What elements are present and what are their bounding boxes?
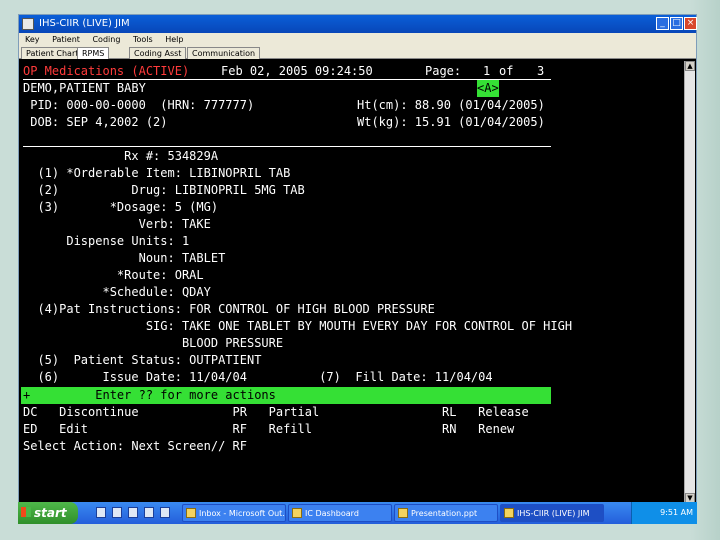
tab-rpms[interactable]: RPMS xyxy=(77,47,110,59)
window-title: IHS-CIIR (LIVE) JIM xyxy=(39,18,130,29)
start-label: start xyxy=(34,506,67,520)
field-route: *Route: ORAL xyxy=(23,268,204,282)
terminal-screen[interactable]: OP Medications (ACTIVE) Feb 02, 2005 09:… xyxy=(21,61,681,503)
maximize-button[interactable]: □ xyxy=(670,17,683,30)
tab-bar: Patient Chart RPMS Coding Asst Communica… xyxy=(19,46,696,59)
patient-weight: Wt(kg): 15.91 (01/04/2005) xyxy=(357,115,545,129)
section-divider xyxy=(23,146,551,147)
field-schedule: *Schedule: QDAY xyxy=(23,285,211,299)
header-title: OP Medications (ACTIVE) xyxy=(23,64,190,78)
field-patient-status: (5) Patient Status: OUTPATIENT xyxy=(23,353,262,367)
task-label: Presentation.ppt xyxy=(411,509,478,518)
task-dashboard[interactable]: IC Dashboard xyxy=(288,504,392,522)
quicklaunch-icon[interactable] xyxy=(144,507,154,518)
action-row-2[interactable]: ED Edit RF Refill RN Renew xyxy=(23,421,514,438)
task-terminal[interactable]: IHS-CIIR (LIVE) JIM xyxy=(500,504,604,522)
field-sig: SIG: TAKE ONE TABLET BY MOUTH EVERY DAY … xyxy=(23,319,573,333)
menu-help[interactable]: Help xyxy=(165,35,183,44)
terminal-window: IHS-CIIR (LIVE) JIM _ □ × Key Patient Co… xyxy=(18,14,697,506)
close-button[interactable]: × xyxy=(684,17,697,30)
field-dispense-units: Dispense Units: 1 xyxy=(23,234,190,248)
patient-pid: PID: 000-00-0000 (HRN: 777777) xyxy=(23,98,255,112)
task-outlook[interactable]: Inbox - Microsoft Out... xyxy=(182,504,286,522)
quicklaunch-icon[interactable] xyxy=(112,507,122,518)
tab-communication[interactable]: Communication xyxy=(187,47,261,59)
powerpoint-icon xyxy=(398,508,408,518)
menu-key[interactable]: Key xyxy=(25,35,40,44)
patient-name: DEMO,PATIENT BABY xyxy=(23,81,146,95)
field-sig-continued: BLOOD PRESSURE xyxy=(23,336,284,350)
task-label: Inbox - Microsoft Out... xyxy=(199,509,286,518)
field-dosage: (3) *Dosage: 5 (MG) xyxy=(23,200,219,214)
select-action-prompt[interactable]: Select Action: Next Screen// RF xyxy=(23,438,247,455)
action-row-1[interactable]: DC Discontinue PR Partial RL Release xyxy=(23,404,529,421)
dashboard-icon xyxy=(292,508,302,518)
page-total: 3 xyxy=(537,64,545,78)
field-rx-number: Rx #: 534829A xyxy=(23,149,219,163)
page-of: of xyxy=(499,64,514,78)
field-orderable-item: (1) *Orderable Item: LIBINOPRIL TAB xyxy=(23,166,291,180)
code-badge: <A> xyxy=(477,80,499,97)
vertical-scrollbar[interactable]: ▲ ▼ xyxy=(684,61,695,503)
field-dates: (6) Issue Date: 11/04/04 (7) Fill Date: … xyxy=(23,370,493,384)
windows-flag-icon xyxy=(21,507,31,517)
clock: 9:51 AM xyxy=(660,508,693,517)
field-verb: Verb: TAKE xyxy=(23,217,211,231)
quicklaunch-icon[interactable] xyxy=(96,507,106,518)
terminal-icon xyxy=(504,508,514,518)
taskbar: start Inbox - Microsoft Out... IC Dashbo… xyxy=(18,502,697,524)
quicklaunch-icon[interactable] xyxy=(160,507,170,518)
menu-patient[interactable]: Patient xyxy=(52,35,80,44)
task-presentation[interactable]: Presentation.ppt xyxy=(394,504,498,522)
menu-tools[interactable]: Tools xyxy=(133,35,153,44)
title-bar: IHS-CIIR (LIVE) JIM _ □ × xyxy=(19,15,697,33)
scroll-up-icon[interactable]: ▲ xyxy=(685,61,695,71)
field-pat-instructions: (4)Pat Instructions: FOR CONTROL OF HIGH… xyxy=(23,302,435,316)
system-tray: 9:51 AM xyxy=(631,502,697,524)
patient-height: Ht(cm): 88.90 (01/04/2005) xyxy=(357,98,545,112)
header-date: Feb 02, 2005 09:24:50 xyxy=(221,64,373,78)
outlook-icon xyxy=(186,508,196,518)
field-noun: Noun: TABLET xyxy=(23,251,226,265)
start-button[interactable]: start xyxy=(18,502,78,524)
task-label: IHS-CIIR (LIVE) JIM xyxy=(517,509,590,518)
page-number: 1 xyxy=(483,64,491,78)
minimize-button[interactable]: _ xyxy=(656,17,669,30)
action-bar-text: + Enter ?? for more actions xyxy=(23,388,276,402)
menu-bar: Key Patient Coding Tools Help xyxy=(19,33,696,46)
patient-dob: DOB: SEP 4,2002 (2) xyxy=(23,115,168,129)
tab-coding-asst[interactable]: Coding Asst xyxy=(129,47,187,59)
quicklaunch-icon[interactable] xyxy=(128,507,138,518)
menu-coding[interactable]: Coding xyxy=(92,35,120,44)
tab-patient-chart[interactable]: Patient Chart xyxy=(21,47,84,59)
app-icon xyxy=(22,18,34,30)
field-drug: (2) Drug: LIBINOPRIL 5MG TAB xyxy=(23,183,305,197)
page-label: Page: xyxy=(425,64,462,78)
task-label: IC Dashboard xyxy=(305,509,359,518)
